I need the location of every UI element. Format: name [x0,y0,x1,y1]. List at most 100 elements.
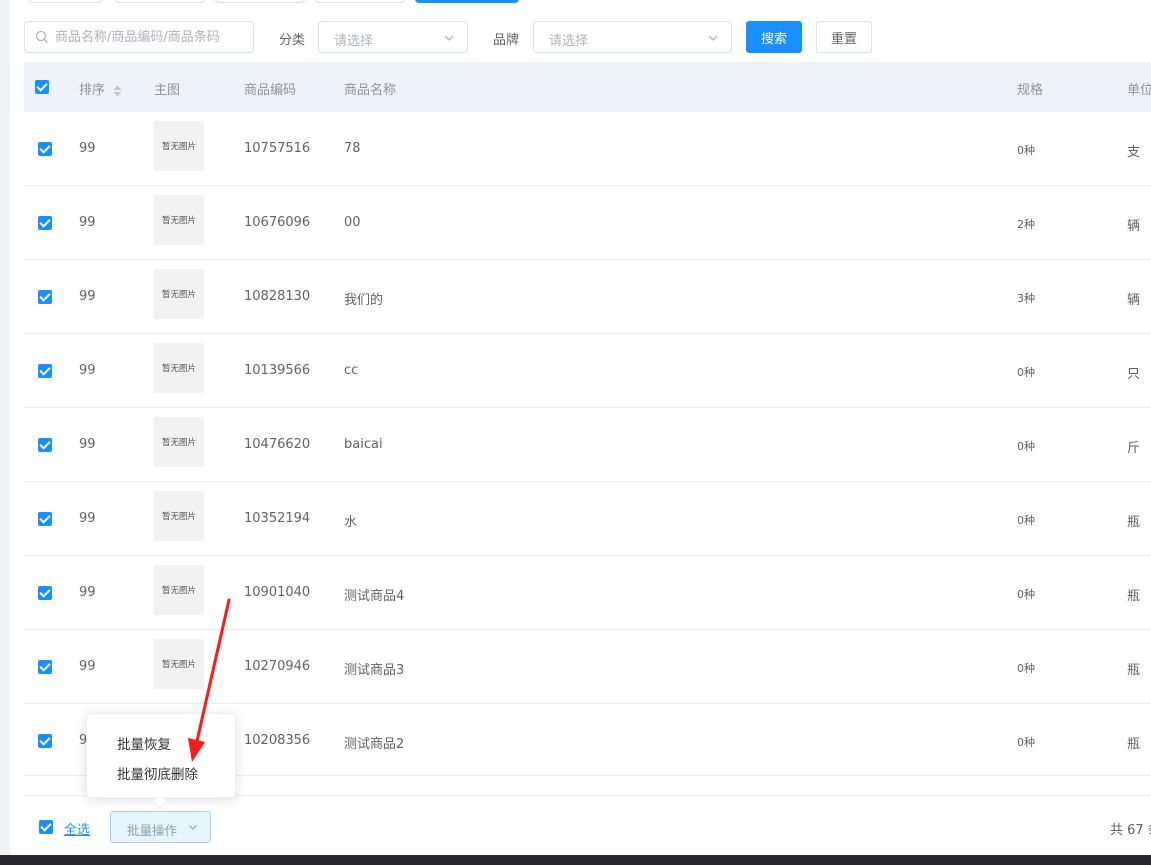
row-sort: 99 [79,585,96,600]
product-thumbnail: 暂无图片 [154,269,204,319]
product-thumbnail: 暂无图片 [154,343,204,393]
row-checkbox[interactable] [38,142,52,156]
row-checkbox[interactable] [38,290,52,304]
category-placeholder: 请选择 [334,34,374,49]
top-tab-1[interactable] [28,0,103,3]
table-row[interactable]: 99 暂无图片 10901040 测试商品4 0种 瓶 [24,556,1151,630]
category-label: 分类 [279,33,306,48]
menu-item-batch-permanent-delete[interactable]: 批量彻底删除 [117,763,198,783]
top-tab-active[interactable] [415,0,519,3]
row-code: 10476620 [244,437,311,452]
row-name: 测试商品4 [344,589,405,604]
thumbnail-text: 暂无图片 [161,364,196,374]
row-unit: 只 [1127,367,1141,382]
brand-select[interactable]: 请选择 [533,21,732,53]
thumbnail-text: 暂无图片 [161,438,196,448]
row-unit: 辆 [1127,293,1141,308]
row-code: 10139566 [244,363,311,378]
sort-icon[interactable] [113,85,122,97]
thumbnail-text: 暂无图片 [161,216,196,226]
search-button[interactable]: 搜索 [746,21,802,53]
chevron-down-icon [444,35,454,41]
thumbnail-text: 暂无图片 [161,290,196,300]
menu-item-batch-restore[interactable]: 批量恢复 [117,733,171,753]
row-spec: 0种 [1017,514,1035,527]
row-sort: 99 [79,215,96,230]
table-row[interactable]: 99 暂无图片 10352194 水 0种 瓶 [24,482,1151,556]
row-sort: 99 [79,141,96,156]
row-sort: 99 [79,511,96,526]
row-name: cc [344,363,359,378]
top-tab-2[interactable] [115,0,205,3]
select-all-checkbox[interactable] [39,820,53,834]
search-field[interactable] [24,21,254,53]
row-checkbox[interactable] [38,586,52,600]
thumbnail-text: 暂无图片 [161,660,196,670]
row-code: 10208356 [244,733,311,748]
row-sort: 99 [79,289,96,304]
product-thumbnail: 暂无图片 [154,417,204,467]
row-code: 10757516 [244,141,311,156]
row-checkbox[interactable] [38,438,52,452]
batch-actions-dropdown: 批量恢复 批量彻底删除 [86,713,236,810]
row-code: 10270946 [244,659,311,674]
main-panel: 分类 请选择 品牌 请选择 搜索 重置 排序 主图 商品编码 商品名称 规格 单… [10,0,1151,855]
row-unit: 辆 [1127,219,1141,234]
dropdown-caret [152,794,168,810]
column-image: 主图 [154,83,181,98]
row-unit: 瓶 [1127,663,1141,678]
column-spec: 规格 [1017,83,1044,98]
chevron-down-icon [708,35,718,41]
row-name: 测试商品3 [344,663,405,678]
reset-button[interactable]: 重置 [816,21,872,53]
row-name: 我们的 [344,293,384,308]
header-checkbox[interactable] [35,80,49,94]
row-name: 测试商品2 [344,737,405,752]
top-tab-3[interactable] [215,0,305,3]
table-row[interactable]: 99 暂无图片 10476620 baicai 0种 斤 [24,408,1151,482]
row-spec: 0种 [1017,440,1035,453]
row-spec: 0种 [1017,736,1035,749]
row-spec: 3种 [1017,292,1035,305]
row-checkbox[interactable] [38,660,52,674]
row-unit: 支 [1127,145,1141,160]
row-sort: 99 [79,437,96,452]
taskbar-strip [0,855,1151,865]
row-unit: 瓶 [1127,589,1141,604]
row-spec: 0种 [1017,588,1035,601]
top-tab-4[interactable] [315,0,405,3]
table-row[interactable]: 99 暂无图片 10828130 我们的 3种 辆 [24,260,1151,334]
batch-actions-button[interactable]: 批量操作 [110,811,211,843]
column-name: 商品名称 [344,83,397,98]
row-unit: 瓶 [1127,737,1141,752]
thumbnail-text: 暂无图片 [161,142,196,152]
thumbnail-text: 暂无图片 [161,586,196,596]
category-select[interactable]: 请选择 [318,21,468,53]
select-all-link[interactable]: 全选 [64,819,90,838]
row-name: 00 [344,215,361,230]
row-name: baicai [344,437,383,452]
product-thumbnail: 暂无图片 [154,491,204,541]
row-name: 78 [344,141,361,156]
row-sort: 99 [79,659,96,674]
column-sort[interactable]: 排序 [79,79,122,98]
table-row[interactable]: 99 暂无图片 10757516 78 0种 支 [24,112,1151,186]
total-count: 共 67 条 [1110,823,1151,838]
thumbnail-text: 暂无图片 [161,512,196,522]
product-thumbnail: 暂无图片 [154,639,204,689]
row-checkbox[interactable] [38,216,52,230]
table-row[interactable]: 99 暂无图片 10676096 00 2种 辆 [24,186,1151,260]
product-thumbnail: 暂无图片 [154,121,204,171]
row-checkbox[interactable] [38,512,52,526]
row-sort: 99 [79,363,96,378]
row-checkbox[interactable] [38,364,52,378]
batch-actions-label: 批量操作 [127,823,178,838]
table-row[interactable]: 99 暂无图片 10270946 测试商品3 0种 瓶 [24,630,1151,704]
table-row[interactable]: 99 暂无图片 10139566 cc 0种 只 [24,334,1151,408]
row-checkbox[interactable] [38,734,52,748]
row-spec: 0种 [1017,366,1035,379]
product-thumbnail: 暂无图片 [154,195,204,245]
search-input[interactable] [55,22,250,52]
row-unit: 斤 [1127,441,1141,456]
row-name: 水 [344,515,358,530]
